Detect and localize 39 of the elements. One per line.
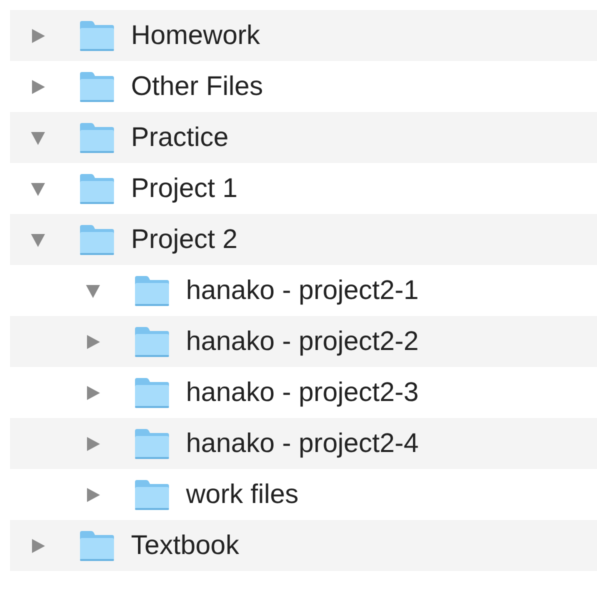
folder-icon xyxy=(78,174,116,204)
disclosure-triangle-icon[interactable] xyxy=(85,384,101,400)
folder-icon xyxy=(133,378,171,408)
folder-row[interactable]: Homework xyxy=(10,10,597,61)
disclosure-triangle-icon[interactable] xyxy=(85,334,101,350)
folder-icon xyxy=(78,122,116,152)
disclosure-triangle-icon[interactable] xyxy=(85,486,101,502)
disclosure-triangle-icon[interactable] xyxy=(85,282,101,298)
folder-icon xyxy=(133,428,171,458)
folder-row[interactable]: hanako - project2-4 xyxy=(10,418,597,469)
disclosure-triangle-icon[interactable] xyxy=(30,78,46,94)
folder-name: Practice xyxy=(131,122,229,153)
folder-name: hanako - project2-3 xyxy=(186,377,419,408)
folder-icon xyxy=(78,224,116,254)
folder-icon xyxy=(78,20,116,50)
folder-name: hanako - project2-2 xyxy=(186,326,419,357)
folder-icon xyxy=(78,72,116,102)
folder-name: work files xyxy=(186,479,299,510)
folder-name: hanako - project2-1 xyxy=(186,275,419,306)
folder-name: Textbook xyxy=(131,530,240,561)
folder-row[interactable]: hanako - project2-2 xyxy=(10,316,597,367)
folder-icon xyxy=(133,276,171,306)
folder-icon xyxy=(133,326,171,356)
disclosure-triangle-icon[interactable] xyxy=(30,538,46,554)
folder-name: Project 1 xyxy=(131,173,238,204)
folder-icon xyxy=(78,530,116,560)
folder-icon xyxy=(133,480,171,510)
folder-row[interactable]: Textbook xyxy=(10,520,597,571)
folder-name: Homework xyxy=(131,20,260,51)
folder-name: Project 2 xyxy=(131,224,238,255)
disclosure-triangle-icon[interactable] xyxy=(85,436,101,452)
folder-name: Other Files xyxy=(131,71,264,102)
folder-row[interactable]: Practice xyxy=(10,112,597,163)
folder-row[interactable]: Project 2 xyxy=(10,214,597,265)
folder-name: hanako - project2-4 xyxy=(186,428,419,459)
disclosure-triangle-icon[interactable] xyxy=(30,130,46,146)
disclosure-triangle-icon[interactable] xyxy=(30,28,46,44)
disclosure-triangle-icon[interactable] xyxy=(30,180,46,196)
disclosure-triangle-icon[interactable] xyxy=(30,232,46,248)
